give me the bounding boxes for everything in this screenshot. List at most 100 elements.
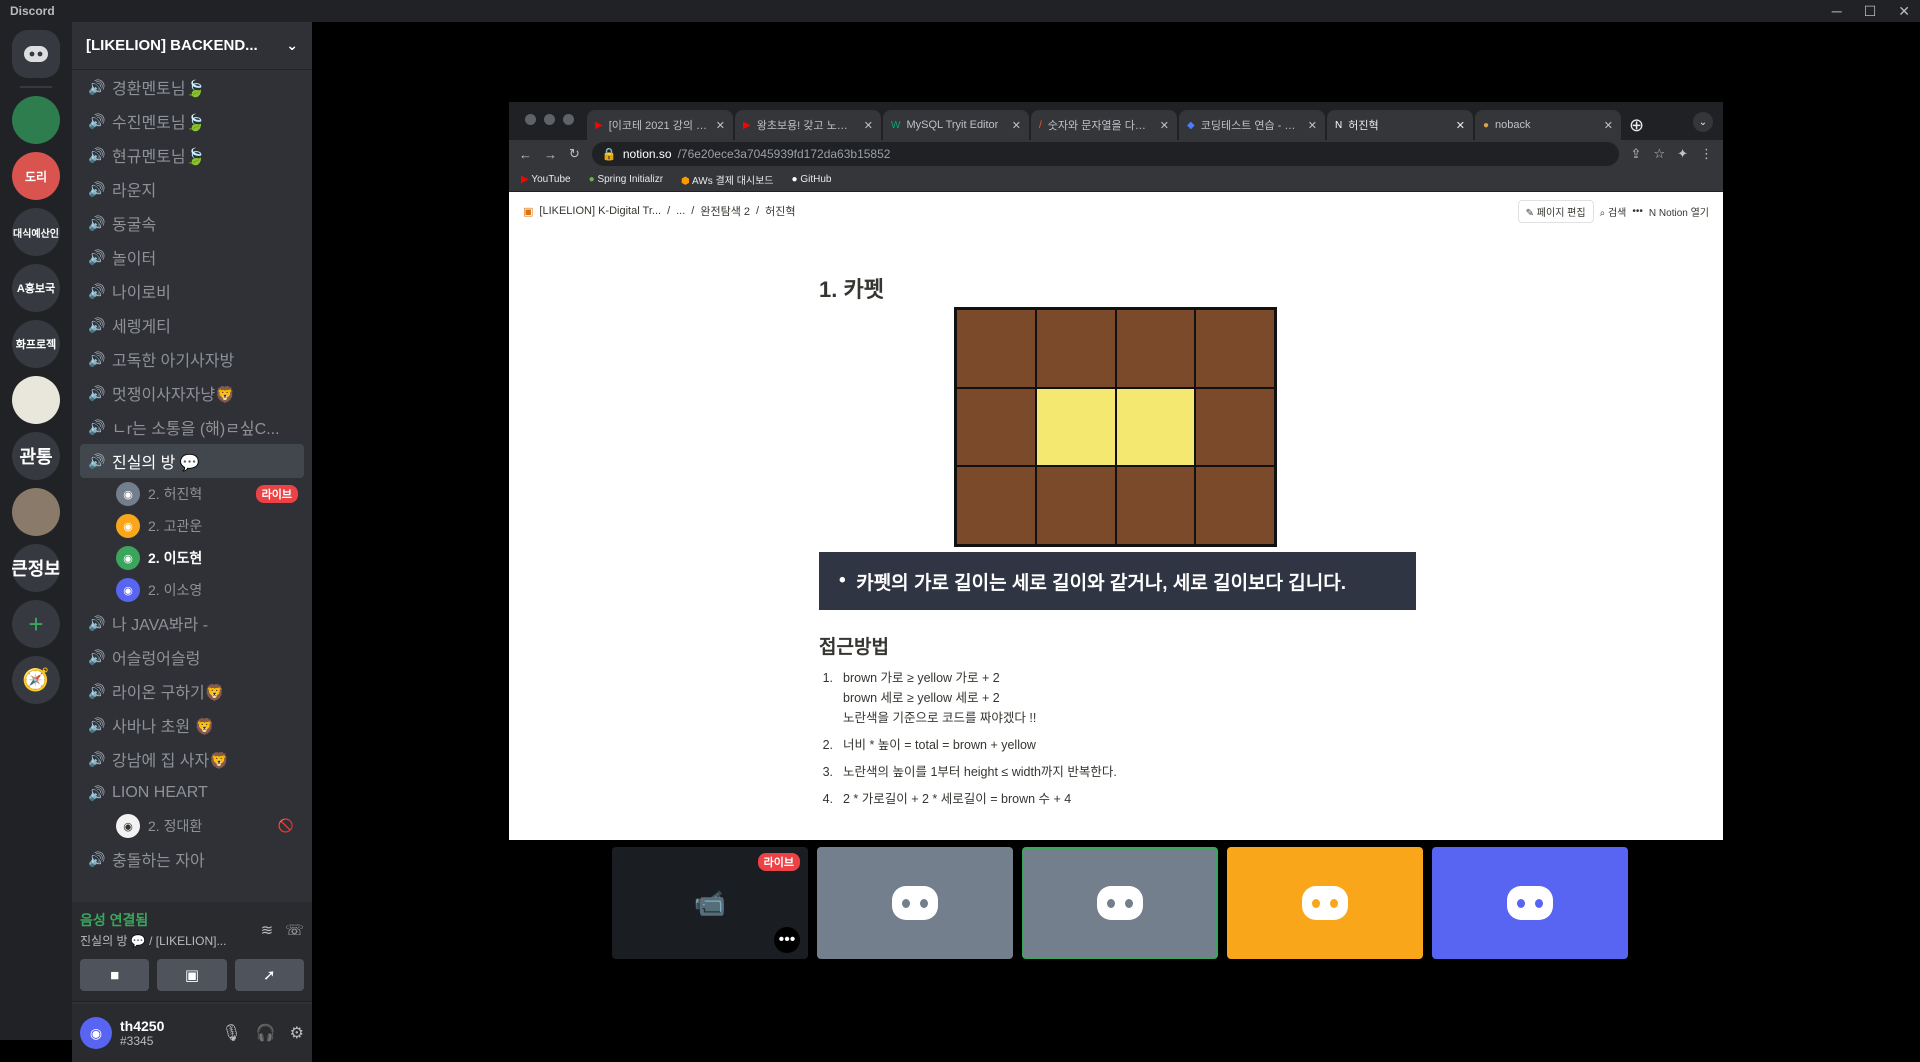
browser-tab[interactable]: ● noback ✕: [1475, 110, 1621, 140]
voice-channel[interactable]: 🔊 멋쟁이사자자냥🦁: [80, 376, 304, 410]
voice-channel[interactable]: 🔊 동굴속: [80, 206, 304, 240]
guild-header[interactable]: [LIKELION] BACKEND... ⌄: [72, 22, 312, 70]
share-icon[interactable]: ⇪: [1631, 146, 1642, 162]
noise-suppression-icon[interactable]: ≋: [261, 921, 274, 939]
voice-channel[interactable]: 🔊 수진멘토님🍃: [80, 104, 304, 138]
participant-tile-speaking[interactable]: [1022, 847, 1218, 959]
voice-channel[interactable]: 🔊 충돌하는 자아: [80, 842, 304, 876]
camera-icon: ■: [110, 966, 120, 984]
bookmark[interactable]: ⬢ AWs 결제 대시보드: [681, 172, 773, 187]
speaker-icon: 🔊: [88, 418, 106, 435]
server-icon-4[interactable]: A홍보국: [12, 264, 60, 312]
browser-tab[interactable]: ▶왕초보용! 갖고 노는 MySQL✕: [735, 110, 881, 140]
voice-member[interactable]: ◉ 2. 허진혁 라이브: [80, 478, 304, 510]
breadcrumb[interactable]: 허진혁: [765, 203, 795, 219]
server-icon-6[interactable]: [12, 376, 60, 424]
participant-tile[interactable]: [1227, 847, 1423, 959]
close-tab-icon[interactable]: ✕: [1160, 119, 1169, 132]
address-bar[interactable]: 🔒 notion.so/76e20ece3a7045939fd172da63b1…: [591, 142, 1619, 166]
microphone-icon[interactable]: 🎙: [221, 1023, 241, 1043]
voice-channel[interactable]: 🔊 라운지: [80, 172, 304, 206]
forward-icon[interactable]: →: [544, 147, 557, 162]
voice-channel[interactable]: 🔊 나 JAVA봐라 -: [80, 606, 304, 640]
disconnect-icon[interactable]: ☏: [285, 921, 304, 939]
reload-icon[interactable]: ↻: [569, 146, 580, 162]
approach-list: 1. brown 가로 ≥ yellow 가로 + 2 brown 세로 ≥ yel…: [819, 668, 1117, 816]
breadcrumb[interactable]: 완전탐색 2: [700, 203, 750, 219]
edit-page-button[interactable]: ✎ 페이지 편집: [1517, 199, 1594, 223]
voice-channel[interactable]: 🔊 라이온 구하기🦁: [80, 674, 304, 708]
search-button[interactable]: ⌕ 검색: [1600, 204, 1627, 219]
stream-preview-tile[interactable]: 📹 라이브 •••: [612, 847, 808, 959]
headphones-icon[interactable]: 🎧: [256, 1023, 276, 1043]
discord-home-icon[interactable]: [12, 30, 60, 78]
back-icon[interactable]: ←: [519, 147, 532, 162]
add-server-icon[interactable]: +: [12, 600, 60, 648]
voice-member[interactable]: ◉ 2. 이소영: [80, 574, 304, 606]
avatar[interactable]: ◉: [80, 1017, 112, 1049]
voice-member[interactable]: ◉ 2. 고관운: [80, 510, 304, 542]
participant-tile[interactable]: [817, 847, 1013, 959]
voice-channel[interactable]: 🔊 현규멘토님🍃: [80, 138, 304, 172]
bookmark[interactable]: ● Spring Initializr: [589, 174, 663, 185]
voice-channel[interactable]: 🔊 놀이터: [80, 240, 304, 274]
server-icon-8[interactable]: [12, 488, 60, 536]
voice-channel[interactable]: 🔊 경환멘토님🍃: [80, 70, 304, 104]
browser-tab-active[interactable]: N 허진혁 ✕: [1327, 110, 1473, 140]
voice-member[interactable]: ◉ 2. 이도현: [80, 542, 304, 574]
guild-name: [LIKELION] BACKEND...: [86, 37, 258, 54]
voice-member[interactable]: ◉ 2. 정대환 🚫: [80, 810, 304, 842]
server-icon-3[interactable]: 대식예산인: [12, 208, 60, 256]
close-tab-icon[interactable]: ✕: [1604, 119, 1613, 132]
server-icon-2[interactable]: 도리: [12, 152, 60, 200]
voice-channel[interactable]: 🔊 사바나 초원 🦁: [80, 708, 304, 742]
browser-tab[interactable]: ▶[이코테 2021 강의 몰아보기]✕: [587, 110, 733, 140]
close-tab-icon[interactable]: ✕: [1456, 119, 1465, 132]
bookmark[interactable]: ● GitHub: [792, 174, 832, 185]
live-badge: 라이브: [757, 853, 800, 871]
more-button[interactable]: •••: [774, 927, 800, 953]
minimize-button[interactable]: ─: [1832, 3, 1842, 20]
close-button[interactable]: ✕: [1898, 3, 1910, 20]
participant-tile[interactable]: [1432, 847, 1628, 959]
voice-channel[interactable]: 🔊 LION HEART: [80, 776, 304, 810]
gear-icon[interactable]: ⚙: [290, 1023, 304, 1043]
server-icon-7[interactable]: 관통: [12, 432, 60, 480]
server-icon-5[interactable]: 화프로젝: [12, 320, 60, 368]
server-icon-9[interactable]: 큰정보: [12, 544, 60, 592]
camera-button[interactable]: ■: [80, 959, 150, 991]
breadcrumb[interactable]: [LIKELION] K-Digital Tr...: [539, 205, 661, 217]
voice-channel[interactable]: 🔊 ㄴr는 소통을 (해)ㄹ싶C...: [80, 410, 304, 444]
speaker-icon: 🔊: [88, 282, 106, 299]
close-tab-icon[interactable]: ✕: [1308, 119, 1317, 132]
voice-channel[interactable]: 🔊 어슬렁어슬렁: [80, 640, 304, 674]
more-button[interactable]: •••: [1632, 206, 1643, 217]
browser-tab[interactable]: / 숫자와 문자열을 다루는 ✕: [1031, 110, 1177, 140]
bookmark[interactable]: ▶ YouTube: [521, 174, 571, 185]
open-notion-button[interactable]: N Notion 열기: [1649, 204, 1709, 219]
close-tab-icon[interactable]: ✕: [716, 119, 725, 132]
activity-button[interactable]: ➚: [234, 959, 304, 991]
browser-tab[interactable]: ◆ 코딩테스트 연습 - 카펫 ✕: [1179, 110, 1325, 140]
chevron-down-icon[interactable]: ⌄: [1693, 112, 1713, 132]
voice-channel-name[interactable]: 진실의 방 💬 / [LIKELION]...: [80, 932, 226, 949]
browser-tab[interactable]: W MySQL Tryit Editor ✕: [883, 110, 1029, 140]
explore-icon[interactable]: 🧭: [12, 656, 60, 704]
close-tab-icon[interactable]: ✕: [1012, 119, 1021, 132]
server-icon-1[interactable]: [12, 96, 60, 144]
extensions-icon[interactable]: ✦: [1677, 146, 1688, 162]
screen-share-stream[interactable]: ▶[이코테 2021 강의 몰아보기]✕ ▶왕초보용! 갖고 노는 MySQL✕…: [509, 102, 1723, 840]
close-tab-icon[interactable]: ✕: [864, 119, 873, 132]
star-icon[interactable]: ☆: [1653, 146, 1665, 162]
voice-channel-active[interactable]: 🔊 진실의 방 💬: [80, 444, 304, 478]
voice-channel[interactable]: 🔊 고독한 아기사자방: [80, 342, 304, 376]
notion-topbar: ▣ [LIKELION] K-Digital Tr... / ... / 완전탐색 …: [509, 192, 1723, 230]
maximize-button[interactable]: ☐: [1864, 3, 1877, 20]
voice-channel[interactable]: 🔊 나이로비: [80, 274, 304, 308]
breadcrumb[interactable]: ...: [676, 205, 685, 217]
voice-channel[interactable]: 🔊 세렝게티: [80, 308, 304, 342]
new-tab-icon[interactable]: ⊕: [1629, 115, 1644, 136]
screen-share-button[interactable]: ▣: [157, 959, 227, 991]
menu-icon[interactable]: ⋮: [1700, 146, 1713, 162]
voice-channel[interactable]: 🔊 강남에 집 사자🦁: [80, 742, 304, 776]
